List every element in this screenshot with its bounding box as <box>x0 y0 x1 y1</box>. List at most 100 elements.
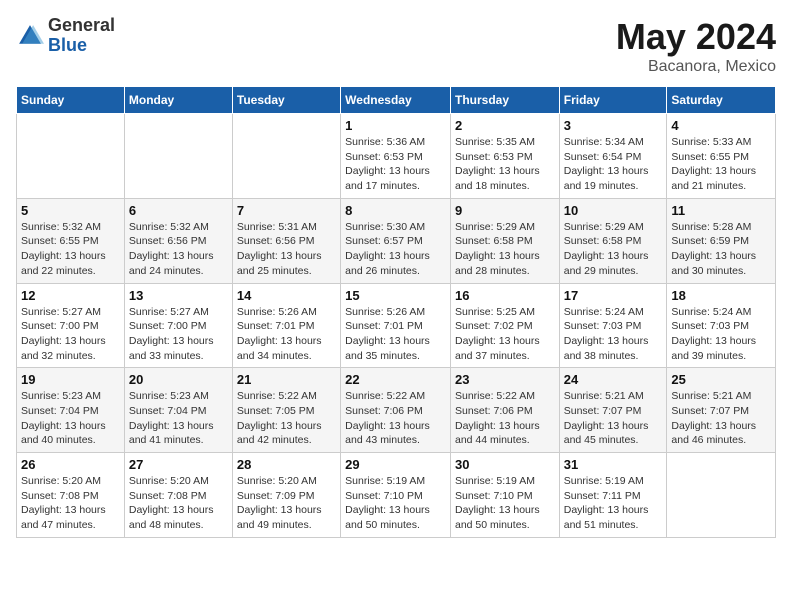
calendar-cell <box>232 114 340 199</box>
day-info: Sunrise: 5:21 AMSunset: 7:07 PMDaylight:… <box>564 389 663 448</box>
weekday-header-thursday: Thursday <box>450 87 559 114</box>
calendar-cell: 3Sunrise: 5:34 AMSunset: 6:54 PMDaylight… <box>559 114 667 199</box>
day-info: Sunrise: 5:29 AMSunset: 6:58 PMDaylight:… <box>564 220 663 279</box>
day-number: 30 <box>455 457 555 472</box>
day-info: Sunrise: 5:31 AMSunset: 6:56 PMDaylight:… <box>237 220 336 279</box>
calendar-cell: 20Sunrise: 5:23 AMSunset: 7:04 PMDayligh… <box>124 368 232 453</box>
day-info: Sunrise: 5:30 AMSunset: 6:57 PMDaylight:… <box>345 220 446 279</box>
calendar-cell: 9 Sunrise: 5:29 AMSunset: 6:58 PMDaylight… <box>450 198 559 283</box>
calendar-cell: 15Sunrise: 5:26 AMSunset: 7:01 PMDayligh… <box>341 283 451 368</box>
logo-blue-text: Blue <box>48 35 87 55</box>
day-info: Sunrise: 5:24 AMSunset: 7:03 PMDaylight:… <box>564 305 663 364</box>
day-number: 2 <box>455 118 555 133</box>
day-number: 11 <box>671 203 771 218</box>
calendar-week-4: 19Sunrise: 5:23 AMSunset: 7:04 PMDayligh… <box>17 368 776 453</box>
calendar-cell <box>17 114 125 199</box>
day-info: Sunrise: 5:32 AMSunset: 6:55 PMDaylight:… <box>21 220 120 279</box>
day-number: 10 <box>564 203 663 218</box>
logo-icon <box>16 22 44 50</box>
weekday-header-tuesday: Tuesday <box>232 87 340 114</box>
day-info: Sunrise: 5:28 AMSunset: 6:59 PMDaylight:… <box>671 220 771 279</box>
day-info: Sunrise: 5:21 AMSunset: 7:07 PMDaylight:… <box>671 389 771 448</box>
day-info: Sunrise: 5:19 AMSunset: 7:10 PMDaylight:… <box>345 474 446 533</box>
calendar-cell: 28 Sunrise: 5:20 AMSunset: 7:09 PMDayligh… <box>232 453 340 538</box>
day-info: Sunrise: 5:24 AMSunset: 7:03 PMDaylight:… <box>671 305 771 364</box>
day-number: 19 <box>21 372 120 387</box>
day-number: 17 <box>564 288 663 303</box>
weekday-header-monday: Monday <box>124 87 232 114</box>
calendar-cell: 25Sunrise: 5:21 AMSunset: 7:07 PMDayligh… <box>667 368 776 453</box>
calendar-cell: 29Sunrise: 5:19 AMSunset: 7:10 PMDayligh… <box>341 453 451 538</box>
day-info: Sunrise: 5:36 AMSunset: 6:53 PMDaylight:… <box>345 135 446 194</box>
day-info: Sunrise: 5:19 AMSunset: 7:11 PMDaylight:… <box>564 474 663 533</box>
day-number: 4 <box>671 118 771 133</box>
weekday-header-sunday: Sunday <box>17 87 125 114</box>
day-info: Sunrise: 5:20 AMSunset: 7:08 PMDaylight:… <box>129 474 228 533</box>
calendar-cell: 30 Sunrise: 5:19 AMSunset: 7:10 PMDayligh… <box>450 453 559 538</box>
day-info: Sunrise: 5:32 AMSunset: 6:56 PMDaylight:… <box>129 220 228 279</box>
day-number: 1 <box>345 118 446 133</box>
day-info: Sunrise: 5:26 AMSunset: 7:01 PMDaylight:… <box>345 305 446 364</box>
day-number: 21 <box>237 372 336 387</box>
day-number: 6 <box>129 203 228 218</box>
weekday-header-wednesday: Wednesday <box>341 87 451 114</box>
day-info: Sunrise: 5:22 AMSunset: 7:05 PMDaylight:… <box>237 389 336 448</box>
calendar-week-5: 26 Sunrise: 5:20 AMSunset: 7:08 PMDayligh… <box>17 453 776 538</box>
day-info: Sunrise: 5:25 AMSunset: 7:02 PMDaylight:… <box>455 305 555 364</box>
weekday-header-row: SundayMondayTuesdayWednesdayThursdayFrid… <box>17 87 776 114</box>
calendar-table: SundayMondayTuesdayWednesdayThursdayFrid… <box>16 86 776 538</box>
calendar-cell: 12 Sunrise: 5:27 AMSunset: 7:00 PMDayligh… <box>17 283 125 368</box>
calendar-cell: 18 Sunrise: 5:24 AMSunset: 7:03 PMDayligh… <box>667 283 776 368</box>
day-info: Sunrise: 5:35 AMSunset: 6:53 PMDaylight:… <box>455 135 555 194</box>
calendar-cell: 22 Sunrise: 5:22 AMSunset: 7:06 PMDayligh… <box>341 368 451 453</box>
calendar-cell: 26Sunrise: 5:20 AMSunset: 7:08 PMDayligh… <box>17 453 125 538</box>
day-info: Sunrise: 5:27 AMSunset: 7:00 PMDaylight:… <box>21 305 120 364</box>
calendar-cell: 14Sunrise: 5:26 AMSunset: 7:01 PMDayligh… <box>232 283 340 368</box>
day-number: 12 <box>21 288 120 303</box>
day-info: Sunrise: 5:19 AMSunset: 7:10 PMDaylight:… <box>455 474 555 533</box>
day-number: 28 <box>237 457 336 472</box>
day-number: 8 <box>345 203 446 218</box>
calendar-cell: 11 Sunrise: 5:28 AMSunset: 6:59 PMDayligh… <box>667 198 776 283</box>
calendar-cell: 4 Sunrise: 5:33 AMSunset: 6:55 PMDaylight… <box>667 114 776 199</box>
day-number: 3 <box>564 118 663 133</box>
day-number: 18 <box>671 288 771 303</box>
calendar-cell: 5Sunrise: 5:32 AMSunset: 6:55 PMDaylight… <box>17 198 125 283</box>
day-info: Sunrise: 5:33 AMSunset: 6:55 PMDaylight:… <box>671 135 771 194</box>
calendar-location: Bacanora, Mexico <box>616 58 776 76</box>
calendar-cell: 2 Sunrise: 5:35 AMSunset: 6:53 PMDaylight… <box>450 114 559 199</box>
calendar-cell: 31 Sunrise: 5:19 AMSunset: 7:11 PMDayligh… <box>559 453 667 538</box>
calendar-week-2: 5Sunrise: 5:32 AMSunset: 6:55 PMDaylight… <box>17 198 776 283</box>
calendar-cell: 8 Sunrise: 5:30 AMSunset: 6:57 PMDaylight… <box>341 198 451 283</box>
calendar-cell: 16 Sunrise: 5:25 AMSunset: 7:02 PMDayligh… <box>450 283 559 368</box>
calendar-cell: 10 Sunrise: 5:29 AMSunset: 6:58 PMDayligh… <box>559 198 667 283</box>
day-number: 9 <box>455 203 555 218</box>
day-number: 23 <box>455 372 555 387</box>
calendar-cell: 19Sunrise: 5:23 AMSunset: 7:04 PMDayligh… <box>17 368 125 453</box>
day-number: 22 <box>345 372 446 387</box>
calendar-cell: 17 Sunrise: 5:24 AMSunset: 7:03 PMDayligh… <box>559 283 667 368</box>
weekday-header-saturday: Saturday <box>667 87 776 114</box>
day-info: Sunrise: 5:26 AMSunset: 7:01 PMDaylight:… <box>237 305 336 364</box>
calendar-week-3: 12 Sunrise: 5:27 AMSunset: 7:00 PMDayligh… <box>17 283 776 368</box>
day-number: 26 <box>21 457 120 472</box>
day-number: 27 <box>129 457 228 472</box>
day-info: Sunrise: 5:29 AMSunset: 6:58 PMDaylight:… <box>455 220 555 279</box>
calendar-cell: 7Sunrise: 5:31 AMSunset: 6:56 PMDaylight… <box>232 198 340 283</box>
page-header: General Blue May 2024 Bacanora, Mexico <box>16 16 776 76</box>
calendar-week-1: 1 Sunrise: 5:36 AMSunset: 6:53 PMDaylight… <box>17 114 776 199</box>
calendar-cell: 21 Sunrise: 5:22 AMSunset: 7:05 PMDayligh… <box>232 368 340 453</box>
day-info: Sunrise: 5:22 AMSunset: 7:06 PMDaylight:… <box>345 389 446 448</box>
logo: General Blue <box>16 16 115 56</box>
day-number: 16 <box>455 288 555 303</box>
calendar-cell <box>667 453 776 538</box>
day-info: Sunrise: 5:20 AMSunset: 7:09 PMDaylight:… <box>237 474 336 533</box>
calendar-cell: 24 Sunrise: 5:21 AMSunset: 7:07 PMDayligh… <box>559 368 667 453</box>
title-block: May 2024 Bacanora, Mexico <box>616 16 776 76</box>
calendar-cell: 1 Sunrise: 5:36 AMSunset: 6:53 PMDaylight… <box>341 114 451 199</box>
day-number: 20 <box>129 372 228 387</box>
day-number: 24 <box>564 372 663 387</box>
calendar-cell: 23Sunrise: 5:22 AMSunset: 7:06 PMDayligh… <box>450 368 559 453</box>
calendar-cell: 6 Sunrise: 5:32 AMSunset: 6:56 PMDaylight… <box>124 198 232 283</box>
day-number: 31 <box>564 457 663 472</box>
